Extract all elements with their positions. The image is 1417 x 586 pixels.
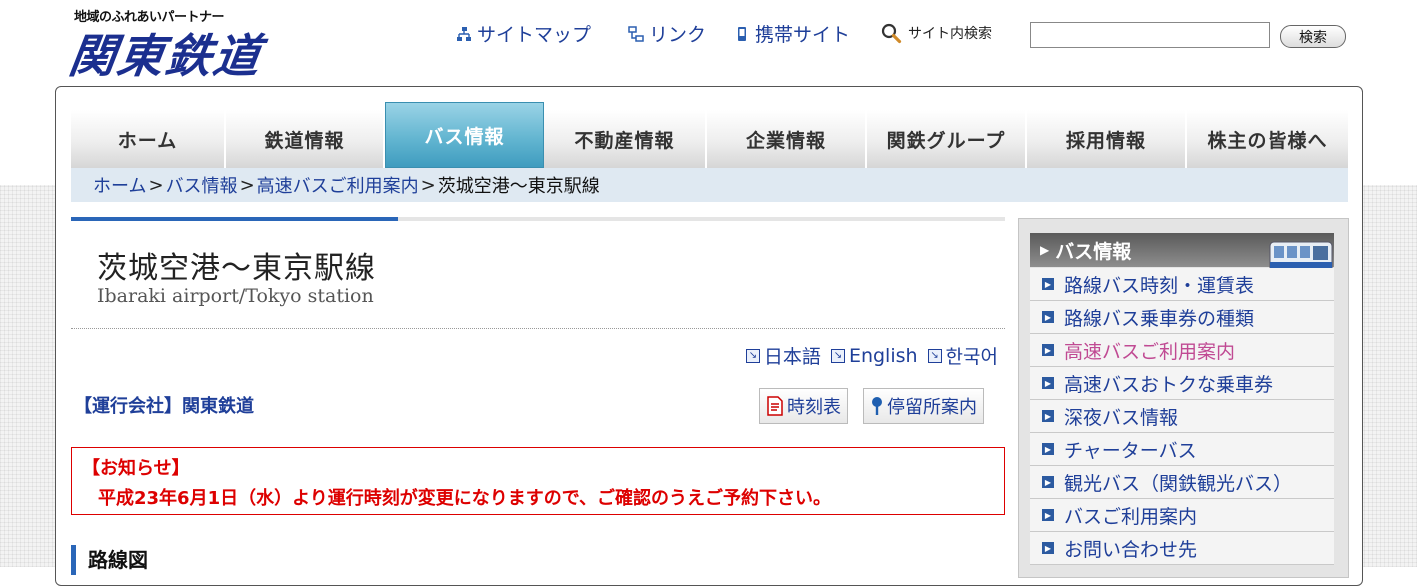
breadcrumb-highway-bus[interactable]: 高速バスご利用案内 xyxy=(257,172,419,198)
notice-body: 平成23年6月1日（水）より運行時刻が変更になりますので、ご確認のうえご予約下さ… xyxy=(98,488,832,509)
mobile-icon xyxy=(738,26,746,41)
side-item-label: バスご利用案内 xyxy=(1064,505,1198,528)
breadcrumb-separator: > xyxy=(239,174,255,196)
side-menu-list: ▶ 路線バス時刻・運賃表 ▶ 路線バス乗車券の種類 ▶ 高速バスご利用案内 ▶ 高速バス… xyxy=(1030,268,1334,565)
side-item-sightseeing[interactable]: ▶ 観光バス（関鉄観光バス） xyxy=(1030,466,1334,499)
lang-japanese[interactable]: ↘ 日本語 xyxy=(745,342,821,369)
side-item-highway-discount[interactable]: ▶ 高速バスおトクな乗車券 xyxy=(1030,367,1334,400)
title-rule xyxy=(398,217,1005,221)
timetable-label: 時刻表 xyxy=(787,397,841,418)
arrow-icon: ▶ xyxy=(1042,476,1054,488)
side-item-bus-guide[interactable]: ▶ バスご利用案内 xyxy=(1030,499,1334,532)
language-switcher: ↘ 日本語 ↘ English ↘ 한국어 xyxy=(745,342,998,369)
section-heading-route-map: 路線図 xyxy=(71,545,148,575)
notice-heading: 【お知らせ】 xyxy=(82,458,190,479)
side-item-contact[interactable]: ▶ お問い合わせ先 xyxy=(1030,532,1334,565)
sitemap-link[interactable]: サイトマップ xyxy=(456,20,591,47)
side-item-late-night[interactable]: ▶ 深夜バス情報 xyxy=(1030,400,1334,433)
link-icon xyxy=(628,25,644,42)
link-link[interactable]: リンク xyxy=(628,20,706,47)
side-item-highway-guide[interactable]: ▶ 高速バスご利用案内 xyxy=(1030,334,1334,367)
side-item-label: 深夜バス情報 xyxy=(1064,406,1179,429)
page-subtitle: Ibaraki airport/Tokyo station xyxy=(97,285,374,307)
bus-stop-button[interactable]: 停留所案内 xyxy=(863,388,984,424)
tab-home[interactable]: ホーム xyxy=(71,110,226,168)
tab-recruit[interactable]: 採用情報 xyxy=(1027,110,1187,168)
side-item-label: チャーターバス xyxy=(1064,439,1197,462)
tab-bus[interactable]: バス情報 xyxy=(385,102,544,168)
global-nav-tabs: ホーム 鉄道情報 バス情報 不動産情報 企業情報 関鉄グループ 採用情報 株主の… xyxy=(71,102,1348,168)
side-item-route-tickets[interactable]: ▶ 路線バス乗車券の種類 xyxy=(1030,301,1334,334)
arrow-icon: ▶ xyxy=(1042,443,1054,455)
arrow-icon: ▶ xyxy=(1042,542,1054,554)
mobile-site-label: 携帯サイト xyxy=(755,24,851,46)
lang-label: English xyxy=(848,344,918,367)
lang-label: 日本語 xyxy=(763,346,821,368)
title-rule-accent xyxy=(71,217,398,221)
breadcrumb-current: 茨城空港〜東京駅線 xyxy=(437,176,600,197)
arrow-icon: ↘ xyxy=(745,348,760,363)
lang-korean[interactable]: ↘ 한국어 xyxy=(927,342,998,369)
pin-icon xyxy=(872,397,882,415)
pdf-icon xyxy=(767,396,783,416)
operator-label: 【運行会社】関東鉄道 xyxy=(74,396,254,417)
arrow-icon: ▶ xyxy=(1042,410,1054,422)
side-item-label: お問い合わせ先 xyxy=(1064,538,1198,561)
side-menu-heading-label: バス情報 xyxy=(1055,240,1132,263)
magnifier-icon xyxy=(881,23,902,44)
side-item-label: 高速バスおトクな乗車券 xyxy=(1064,373,1274,396)
arrow-icon: ▶ xyxy=(1042,377,1054,389)
breadcrumb-separator: > xyxy=(148,174,164,196)
notice-box: 【お知らせ】 平成23年6月1日（水）より運行時刻が変更になりますので、ご確認の… xyxy=(71,447,1005,515)
arrow-icon: ↘ xyxy=(927,348,942,363)
breadcrumb-home[interactable]: ホーム xyxy=(93,172,146,198)
side-item-label: 高速バスご利用案内 xyxy=(1064,340,1236,363)
mobile-site-link[interactable]: 携帯サイト xyxy=(734,20,850,47)
arrow-icon: ↘ xyxy=(830,348,845,363)
site-search-label: サイト内検索 xyxy=(880,22,992,44)
arrow-icon: ▶ xyxy=(1042,278,1054,290)
lang-label: 한국어 xyxy=(945,346,998,368)
bus-stop-label: 停留所案内 xyxy=(887,397,977,418)
site-search-text: サイト内検索 xyxy=(908,26,992,42)
timetable-button[interactable]: 時刻表 xyxy=(759,388,848,424)
sitemap-icon xyxy=(457,26,471,41)
breadcrumb-bus[interactable]: バス情報 xyxy=(166,172,238,198)
lang-english[interactable]: ↘ English xyxy=(830,342,918,369)
breadcrumb-separator: > xyxy=(420,174,436,196)
tab-railway[interactable]: 鉄道情報 xyxy=(226,110,385,168)
arrow-icon: ▶ xyxy=(1042,509,1054,521)
side-item-label: 観光バス（関鉄観光バス） xyxy=(1064,472,1293,495)
page-title: 茨城空港〜東京駅線 xyxy=(97,251,376,286)
side-item-route-timetable[interactable]: ▶ 路線バス時刻・運賃表 xyxy=(1030,268,1334,301)
sitemap-label: サイトマップ xyxy=(477,24,592,46)
site-logo[interactable]: 関東鉄道 xyxy=(65,20,266,86)
triangle-right-icon: ▶ xyxy=(1040,243,1050,257)
link-label: リンク xyxy=(649,24,707,46)
breadcrumb: ホーム > バス情報 > 高速バスご利用案内 > 茨城空港〜東京駅線 xyxy=(71,168,1348,202)
arrow-icon: ▶ xyxy=(1042,311,1054,323)
side-item-label: 路線バス乗車券の種類 xyxy=(1064,307,1255,330)
title-divider xyxy=(71,328,1005,329)
tab-real-estate[interactable]: 不動産情報 xyxy=(544,110,707,168)
arrow-icon: ▶ xyxy=(1042,344,1054,356)
tab-shareholders[interactable]: 株主の皆様へ xyxy=(1187,110,1348,168)
side-item-charter[interactable]: ▶ チャーターバス xyxy=(1030,433,1334,466)
side-item-label: 路線バス時刻・運賃表 xyxy=(1064,274,1255,297)
tab-company[interactable]: 企業情報 xyxy=(707,110,867,168)
tab-group[interactable]: 関鉄グループ xyxy=(867,110,1027,168)
search-button[interactable]: 検索 xyxy=(1280,25,1346,48)
site-search-input[interactable] xyxy=(1030,22,1270,48)
